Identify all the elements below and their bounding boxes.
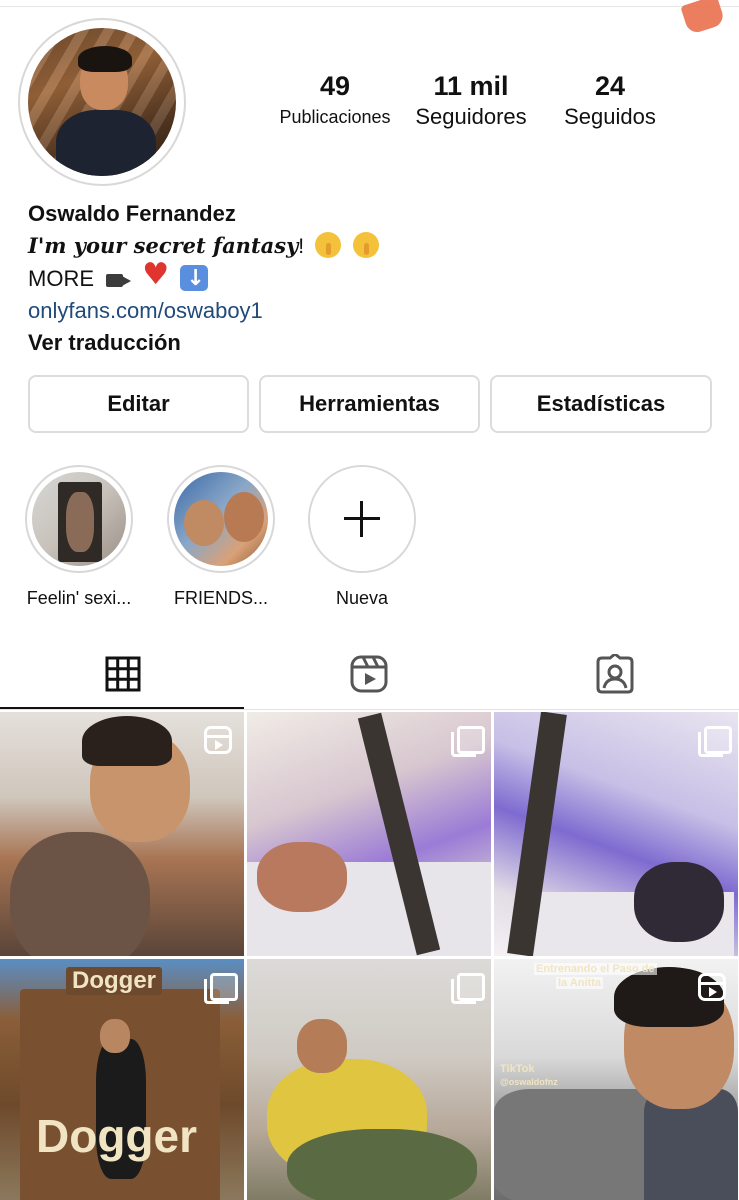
stat-followers-value: 11 mil bbox=[433, 71, 509, 101]
video-caption: Entrenando el Paso de bbox=[534, 963, 657, 975]
reel-icon bbox=[698, 973, 726, 1001]
edit-profile-button[interactable]: Editar bbox=[28, 375, 249, 433]
highlight-label: Feelin' sexi... bbox=[26, 588, 132, 608]
stat-following[interactable]: 24 Seguidos bbox=[550, 70, 670, 132]
tab-reels[interactable] bbox=[246, 640, 492, 708]
stat-following-value: 24 bbox=[594, 71, 626, 101]
tiktok-username: @oswaldofnz bbox=[500, 1077, 558, 1087]
post-tile[interactable]: Dogger Dogger bbox=[0, 959, 244, 1200]
new-highlight-ring bbox=[308, 465, 416, 573]
stat-following-label: Seguidos bbox=[564, 104, 656, 129]
reels-icon bbox=[350, 655, 388, 693]
heart-on-fire-icon bbox=[142, 259, 170, 291]
tagline-text: I'm your secret fantasy bbox=[28, 233, 299, 258]
profile-stats: 49 Publicaciones 11 mil Seguidores 24 Se… bbox=[260, 70, 680, 140]
highlight-cover bbox=[174, 472, 268, 566]
plus-icon bbox=[344, 501, 380, 537]
posts-grid: Dogger Dogger Entrenando el Paso de la A… bbox=[0, 712, 739, 1200]
tools-button[interactable]: Herramientas bbox=[259, 375, 480, 433]
post-tile[interactable] bbox=[494, 712, 738, 956]
top-divider bbox=[0, 6, 739, 7]
movie-camera-icon bbox=[104, 265, 132, 291]
stat-posts-value: 49 bbox=[319, 71, 351, 101]
corner-sticker bbox=[680, 0, 726, 36]
grid-icon bbox=[105, 656, 141, 692]
highlight-cover bbox=[32, 472, 126, 566]
carousel-icon bbox=[451, 726, 485, 757]
video-caption: la Anitta bbox=[556, 977, 603, 989]
down-arrow-icon bbox=[180, 263, 209, 295]
see-translation-link[interactable]: Ver traducción bbox=[28, 327, 718, 359]
stat-followers-label: Seguidores bbox=[415, 104, 527, 129]
profile-avatar[interactable] bbox=[18, 18, 186, 186]
post-tile[interactable]: Entrenando el Paso de la Anitta TikTok @… bbox=[494, 959, 738, 1200]
stat-posts-label: Publicaciones bbox=[279, 107, 391, 127]
post-tile[interactable] bbox=[247, 959, 491, 1200]
carousel-icon bbox=[204, 973, 238, 1004]
carousel-icon bbox=[698, 726, 732, 757]
avatar-photo bbox=[28, 28, 176, 176]
highlight-cover-ring bbox=[167, 465, 275, 573]
highlight-cover-ring bbox=[25, 465, 133, 573]
tagged-icon bbox=[596, 654, 634, 694]
profile-name: Oswaldo Fernandez bbox=[28, 201, 236, 226]
stat-followers[interactable]: 11 mil Seguidores bbox=[406, 70, 536, 132]
reel-icon bbox=[204, 726, 232, 754]
shushing-face-icon bbox=[352, 232, 379, 258]
tagline-exclaim: ! bbox=[298, 235, 305, 258]
profile-more-line: MORE bbox=[28, 259, 718, 295]
tab-posts-grid[interactable] bbox=[0, 640, 246, 708]
profile-tabs bbox=[0, 640, 739, 710]
highlight-feelin-sexi[interactable]: Feelin' sexi... bbox=[9, 465, 149, 609]
profile-link[interactable]: onlyfans.com/oswaboy1 bbox=[28, 295, 718, 327]
highlight-label: FRIENDS... bbox=[173, 588, 268, 608]
more-text: MORE bbox=[28, 266, 94, 291]
tiktok-watermark: TikTok bbox=[500, 1063, 535, 1075]
insights-button[interactable]: Estadísticas bbox=[490, 375, 712, 433]
sign-text: Dogger bbox=[36, 1110, 197, 1162]
profile-bio: Oswaldo Fernandez I'm your secret fantas… bbox=[28, 198, 718, 359]
carousel-icon bbox=[451, 973, 485, 1004]
post-tile[interactable] bbox=[247, 712, 491, 956]
highlight-friends[interactable]: FRIENDS... bbox=[151, 465, 291, 609]
tab-tagged[interactable] bbox=[492, 640, 738, 708]
new-highlight-button[interactable]: Nueva bbox=[292, 465, 432, 609]
profile-actions: Editar Herramientas Estadísticas bbox=[28, 375, 712, 433]
profile-tagline: I'm your secret fantasy! bbox=[28, 230, 718, 263]
tabs-divider bbox=[0, 709, 739, 710]
story-highlights: Feelin' sexi... FRIENDS... Nueva bbox=[0, 465, 739, 615]
sign-text: Dogger bbox=[66, 967, 162, 995]
stat-posts[interactable]: 49 Publicaciones bbox=[260, 70, 410, 132]
highlight-label: Nueva bbox=[335, 588, 389, 608]
shushing-face-icon bbox=[315, 232, 342, 258]
post-tile[interactable] bbox=[0, 712, 244, 956]
